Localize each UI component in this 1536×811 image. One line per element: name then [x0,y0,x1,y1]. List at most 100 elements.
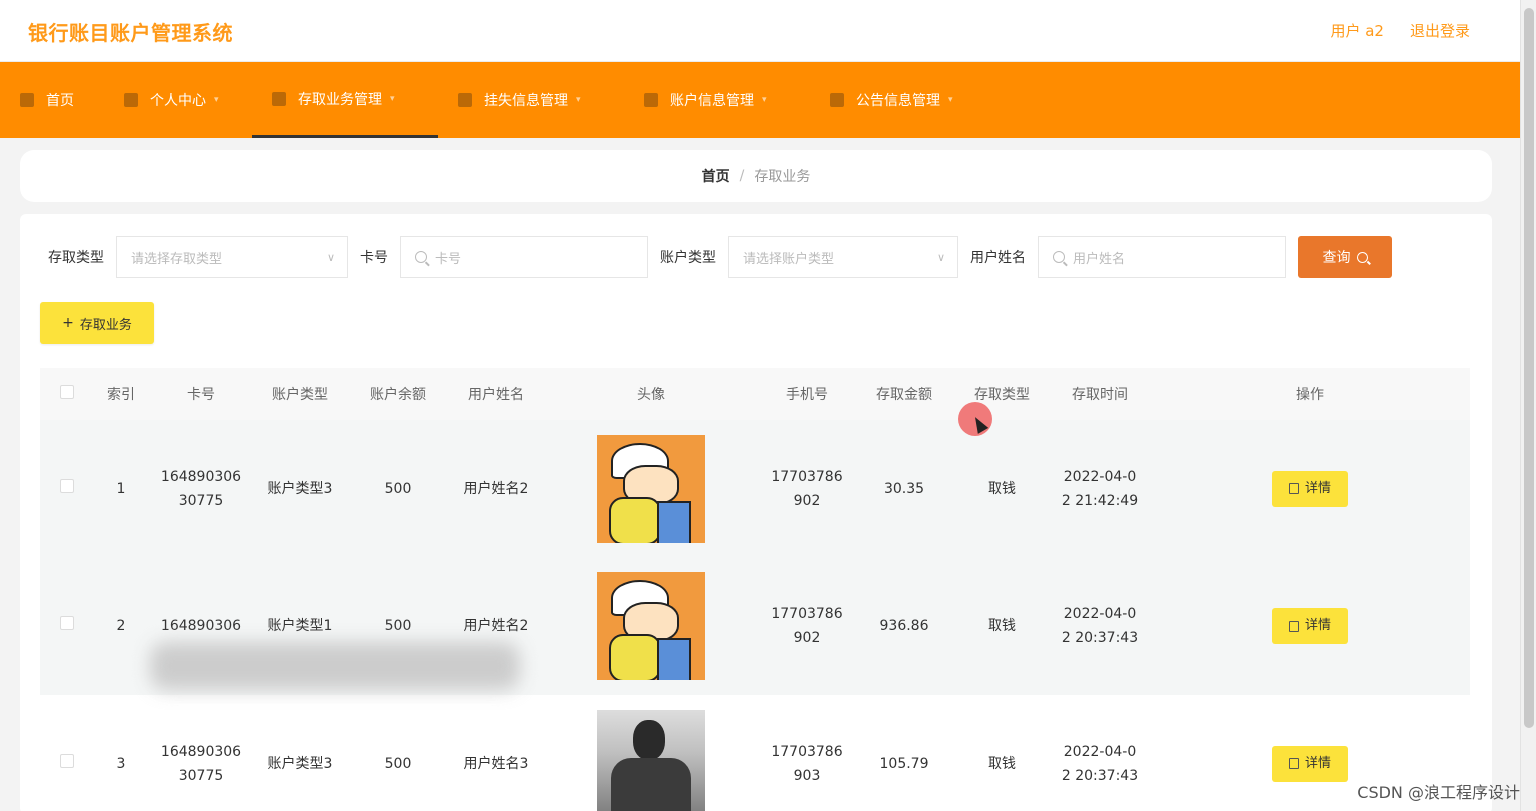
nav-item-home[interactable]: 首页 [0,62,104,138]
txn-type-cell: 取钱 [954,695,1050,811]
account-type-select[interactable]: 请选择账户类型 ∨ [728,236,958,278]
account-type-cell: 账户类型3 [254,695,346,811]
time-cell: 2022-04-0 2 21:42:49 [1050,420,1150,558]
nav-item-loss-report[interactable]: 挂失信息管理 ▾ [438,62,624,138]
search-icon [1053,251,1065,263]
txn-type-select[interactable]: 请选择存取类型 ∨ [116,236,348,278]
amount-cell: 105.79 [854,695,954,811]
breadcrumb-separator: / [739,168,745,184]
page-scrollbar[interactable] [1520,0,1536,811]
add-transaction-button[interactable]: + 存取业务 [40,302,154,344]
document-icon [272,91,286,106]
transactions-table: 索引 卡号 账户类型 账户余额 用户姓名 头像 手机号 存取金额 存取类型 存取… [40,368,1470,811]
balance-cell: 500 [346,695,450,811]
search-bar: 存取类型 请选择存取类型 ∨ 卡号 卡号 账户类型 请选择账户类型 ∨ 用户姓名… [48,236,1392,278]
nav-item-profile[interactable]: 个人中心 ▾ [104,62,252,138]
home-icon [20,93,34,107]
watermark: CSDN @浪工程序设计 [1357,783,1520,802]
breadcrumb: 首页 / 存取业务 [20,150,1492,202]
avatar [597,572,705,681]
document-icon [458,93,472,107]
add-button-label: 存取业务 [79,317,132,333]
column-header: 账户余额 [346,368,450,420]
phone-cell: 17703786 903 [760,695,854,811]
balance-cell: 500 [346,420,450,558]
account-type-placeholder: 请选择账户类型 [743,251,835,267]
document-icon [1288,758,1299,770]
row-checkbox[interactable] [60,616,74,631]
breadcrumb-home[interactable]: 首页 [702,166,730,186]
chevron-down-icon: ∨ [936,250,945,264]
column-header: 账户类型 [254,368,346,420]
avatar-cell [542,695,760,811]
logout-link[interactable]: 退出登录 [1410,20,1470,41]
index-cell: 2 [94,557,148,695]
avatar [597,434,705,543]
column-header: 手机号 [760,368,854,420]
column-header: 操作 [1150,368,1470,420]
detail-button[interactable]: 详情 [1272,608,1348,645]
table-header-row: 索引 卡号 账户类型 账户余额 用户姓名 头像 手机号 存取金额 存取类型 存取… [40,368,1470,420]
txn-type-cell: 取钱 [954,420,1050,558]
txn-type-cell: 取钱 [954,557,1050,695]
index-cell: 3 [94,695,148,811]
username-label: 用户姓名 [970,250,1026,266]
avatar [597,709,705,811]
column-header: 用户姓名 [450,368,542,420]
phone-cell: 17703786 902 [760,557,854,695]
card-label: 卡号 [360,250,388,266]
detail-button[interactable]: 详情 [1272,745,1348,782]
scrollbar-thumb[interactable] [1524,8,1534,728]
time-cell: 2022-04-0 2 20:37:43 [1050,695,1150,811]
current-user-link[interactable]: 用户 a2 [1330,20,1384,41]
search-icon [415,251,427,263]
send-icon [644,93,658,107]
chevron-down-icon: ▾ [214,95,219,105]
query-button[interactable]: 查询 [1298,236,1392,278]
app-title: 银行账目账户管理系统 [28,21,233,45]
card-input[interactable]: 卡号 [400,236,648,278]
main-nav: 首页 个人中心 ▾ 存取业务管理 ▾ 挂失信息管理 ▾ 账户信息管理 ▾ 公告信… [0,62,1520,138]
avatar-cell [542,420,760,558]
table-row: 3 164890306 30775 账户类型3 500 用户姓名3 1770378… [40,695,1470,811]
select-all-checkbox[interactable] [60,385,74,399]
phone-cell: 17703786 902 [760,420,854,558]
nav-item-label: 挂失信息管理 [484,93,568,109]
chevron-down-icon: ▾ [762,95,767,105]
username-input[interactable]: 用户姓名 [1038,236,1286,278]
plus-icon: + [62,315,74,331]
table-row: 1 164890306 30775 账户类型3 500 用户姓名2 1770378… [40,420,1470,558]
document-icon [1288,483,1299,495]
select-all-cell[interactable] [40,368,94,420]
nav-item-label: 个人中心 [150,93,206,109]
nav-item-label: 账户信息管理 [670,93,754,109]
row-checkbox[interactable] [60,753,74,768]
user-icon [124,93,138,107]
nav-item-transactions[interactable]: 存取业务管理 ▾ [252,62,438,138]
breadcrumb-current: 存取业务 [754,169,811,185]
column-header: 索引 [94,368,148,420]
nav-item-label: 公告信息管理 [856,93,940,109]
row-checkbox[interactable] [60,478,74,493]
nav-item-accounts[interactable]: 账户信息管理 ▾ [624,62,810,138]
search-icon [1356,251,1368,263]
card-cell: 164890306 30775 [148,695,254,811]
detail-button[interactable]: 详情 [1272,470,1348,507]
top-header: 银行账目账户管理系统 用户 a2 退出登录 [0,0,1520,62]
username-cell: 用户姓名2 [450,420,542,558]
nav-item-notices[interactable]: 公告信息管理 ▾ [810,62,996,138]
amount-cell: 30.35 [854,420,954,558]
txn-type-placeholder: 请选择存取类型 [131,251,223,267]
user-area: 用户 a2 退出登录 [1330,20,1470,41]
column-header: 头像 [542,368,760,420]
nav-item-label: 首页 [46,93,74,109]
column-header: 存取时间 [1050,368,1150,420]
account-type-cell: 账户类型3 [254,420,346,558]
username-placeholder: 用户姓名 [1073,251,1126,267]
chevron-down-icon: ▾ [948,95,953,105]
username-cell: 用户姓名3 [450,695,542,811]
chevron-down-icon: ∨ [326,250,335,264]
txn-type-label: 存取类型 [48,250,104,266]
card-cell: 164890306 30775 [148,420,254,558]
amount-cell: 936.86 [854,557,954,695]
